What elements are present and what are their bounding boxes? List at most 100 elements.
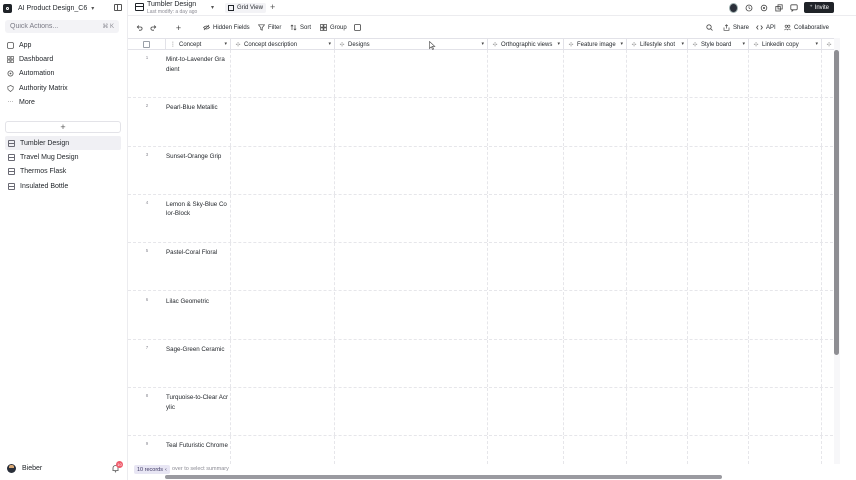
grid-cell[interactable]	[822, 340, 834, 387]
chat-icon[interactable]	[789, 3, 798, 12]
chevron-down-icon[interactable]: ▾	[557, 41, 560, 47]
grid-cell[interactable]	[231, 388, 335, 436]
table-title[interactable]: Tumbler Design	[147, 1, 196, 8]
grid-cell[interactable]	[749, 98, 822, 146]
column-header-lifestyle-shot[interactable]: ⊹ Lifestyle shot ▾	[627, 39, 688, 50]
column-header-orthographic-views[interactable]: ⊹ Orthographic views ▾	[488, 39, 564, 50]
chevron-down-icon[interactable]: ▾	[681, 41, 684, 47]
horizontal-scrollbar[interactable]	[165, 475, 722, 479]
grid-cell[interactable]	[231, 339, 335, 388]
grid-cell[interactable]	[688, 339, 749, 388]
table-row[interactable]: 2 Pearl-Blue Metallic	[128, 98, 834, 147]
select-all-checkbox[interactable]	[143, 41, 150, 48]
chevron-down-icon[interactable]: ▾	[742, 41, 745, 47]
grid-cell[interactable]	[688, 98, 749, 146]
grid-cell[interactable]	[688, 291, 749, 339]
grid-cell[interactable]	[564, 243, 627, 291]
table-row[interactable]: 4 Lemon & Sky-Blue Color-Block	[128, 194, 834, 244]
grid-cell[interactable]	[822, 292, 834, 339]
share-button[interactable]: Share	[723, 22, 749, 33]
sidebar-table-insulated-bottle[interactable]: Insulated Bottle	[5, 179, 121, 193]
grid-cell[interactable]	[627, 291, 688, 339]
sidebar-item-automation[interactable]: Automation	[5, 67, 121, 81]
grid-cell[interactable]	[688, 243, 749, 291]
grid-cell[interactable]	[564, 339, 627, 388]
grid-cell[interactable]	[488, 243, 564, 291]
grid-cell[interactable]	[627, 194, 688, 243]
grid-cell[interactable]	[688, 50, 749, 98]
grid-cell[interactable]	[822, 436, 834, 464]
grid-cell[interactable]	[335, 146, 488, 194]
grid-cell[interactable]	[822, 388, 834, 435]
table-row[interactable]: 9 Teal Futuristic Chrome	[128, 436, 834, 464]
grid-cell[interactable]	[488, 291, 564, 339]
grid-cell[interactable]	[488, 50, 564, 98]
column-header-feature-image[interactable]: ⊹ Feature image ▾	[564, 39, 627, 50]
grid-cell[interactable]	[231, 243, 335, 291]
table-row[interactable]: 1 Mint-to-Lavender Gradient	[128, 50, 834, 99]
grid-cell[interactable]	[627, 50, 688, 98]
grid-cell[interactable]	[231, 146, 335, 194]
collaborative-button[interactable]: Collaborative	[784, 22, 829, 33]
chevron-down-icon[interactable]: ▾	[328, 41, 331, 47]
search-button[interactable]	[706, 22, 713, 33]
settings-icon[interactable]	[759, 3, 768, 12]
grid-cell[interactable]	[335, 339, 488, 388]
column-header-linkedin-copy[interactable]: ⊹ Linkedin copy ▾	[749, 39, 822, 50]
grid-cell[interactable]	[335, 436, 488, 464]
grid-cell[interactable]	[749, 339, 822, 388]
grid-cell[interactable]	[488, 436, 564, 464]
grid-cell[interactable]	[564, 194, 627, 243]
record-count-badge[interactable]: 10 records ‹	[134, 465, 170, 474]
column-header-designs[interactable]: ⊹ Designs ▾	[335, 39, 488, 50]
grid-cell[interactable]	[564, 98, 627, 146]
grid-cell[interactable]	[627, 243, 688, 291]
table-row[interactable]: 5 Pastel-Coral Floral	[128, 243, 834, 292]
sidebar-item-dashboard[interactable]: Dashboard	[5, 52, 121, 66]
sidebar-table-thermos-flask[interactable]: Thermos Flask	[5, 165, 121, 179]
group-button[interactable]: Group	[320, 22, 347, 33]
grid-cell[interactable]	[822, 195, 834, 242]
grid-cell[interactable]	[488, 339, 564, 388]
sidebar-item-authority-matrix[interactable]: Authority Matrix	[5, 81, 121, 95]
column-header-tu[interactable]: ⊹ Tu	[822, 39, 834, 50]
grid-cell[interactable]	[688, 436, 749, 464]
sidebar-item-more[interactable]: ··· More	[5, 95, 121, 109]
tab-grid-view[interactable]: Grid View	[225, 3, 266, 13]
grid-cell[interactable]	[231, 436, 335, 464]
column-header-style-board[interactable]: ⊹ Style board ▾	[688, 39, 749, 50]
chevron-down-icon[interactable]: ▾	[620, 41, 623, 47]
grid-cell[interactable]	[488, 194, 564, 243]
quick-actions-input[interactable]	[10, 23, 90, 30]
grid-cell[interactable]	[749, 243, 822, 291]
table-row[interactable]: 3 Sunset-Orange Grip	[128, 146, 834, 195]
grid-cell[interactable]	[627, 98, 688, 146]
grid-cell[interactable]	[488, 98, 564, 146]
grid-cell[interactable]	[335, 388, 488, 436]
grid-cell[interactable]	[749, 291, 822, 339]
grid-cell[interactable]	[688, 388, 749, 436]
grid-cell[interactable]	[627, 388, 688, 436]
grid-cell[interactable]	[335, 291, 488, 339]
grid-cell[interactable]	[749, 388, 822, 436]
add-record-button[interactable]: +	[175, 22, 182, 33]
grid-cell[interactable]	[627, 339, 688, 388]
table-row[interactable]: 6 Lilac Geometric	[128, 291, 834, 340]
grid-cell[interactable]	[749, 146, 822, 194]
add-view-button[interactable]: +	[270, 2, 275, 12]
grid-cell[interactable]	[231, 50, 335, 98]
grid-cell[interactable]	[822, 147, 834, 194]
grid-cell[interactable]	[231, 194, 335, 243]
grid-cell[interactable]	[688, 194, 749, 243]
sort-button[interactable]: Sort	[290, 22, 311, 33]
grid-cell[interactable]	[488, 146, 564, 194]
chevron-down-icon[interactable]: ▾	[211, 4, 214, 11]
grid-cell[interactable]	[749, 194, 822, 243]
sidebar-toggle-icon[interactable]	[114, 4, 122, 11]
grid-cell[interactable]	[564, 388, 627, 436]
quick-actions-search[interactable]: ⌘ K	[5, 20, 119, 33]
sidebar-table-tumbler-design[interactable]: Tumbler Design	[5, 136, 121, 151]
account-avatar[interactable]	[729, 2, 739, 13]
column-header-concept[interactable]: ⋮ Concept ▾	[166, 39, 231, 50]
table-row[interactable]: 8 Turquoise-to-Clear Acrylic	[128, 388, 834, 437]
